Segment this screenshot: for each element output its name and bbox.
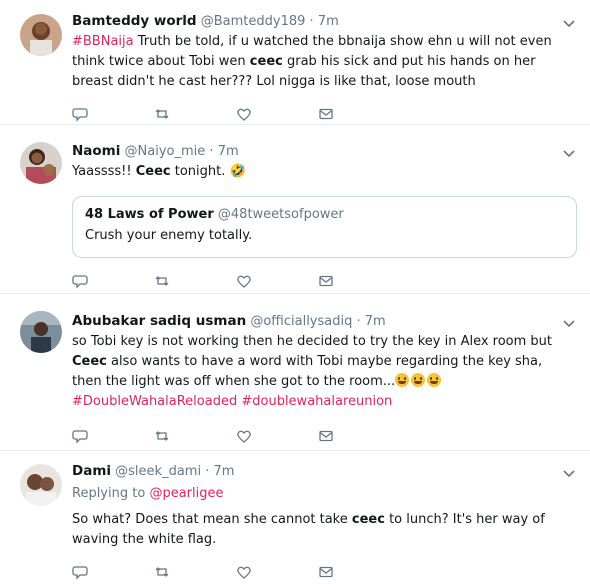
heart-icon: [237, 108, 251, 121]
display-name[interactable]: Dami: [72, 463, 111, 479]
grinning-face-emoji: [427, 373, 442, 387]
grinning-face-emoji: [395, 373, 410, 387]
direct-message-button[interactable]: [318, 428, 400, 444]
separator-dot: ·: [309, 14, 314, 29]
user-handle[interactable]: @Bamteddy189: [201, 14, 306, 29]
reply-button[interactable]: [72, 106, 154, 122]
retweet-button[interactable]: [154, 106, 236, 122]
replying-to-label: Replying to: [72, 486, 150, 501]
envelope-icon: [319, 430, 333, 442]
tweet-actions: [72, 428, 400, 444]
tweet-header: Bamteddy world @Bamteddy189 · 7m: [72, 12, 339, 31]
chevron-down-icon[interactable]: [562, 466, 576, 480]
quoted-display-name: 48 Laws of Power: [85, 207, 214, 222]
tweet-text: so Tobi key is not working then he decid…: [72, 332, 567, 412]
timestamp[interactable]: 7m: [213, 464, 234, 479]
tweet-text: So what? Does that mean she cannot take …: [72, 510, 572, 550]
heart-icon: [237, 275, 251, 288]
envelope-icon: [319, 108, 333, 120]
timestamp[interactable]: 7m: [318, 14, 339, 29]
like-button[interactable]: [236, 564, 318, 580]
hashtag-link[interactable]: #DoubleWahalaReloaded: [72, 394, 237, 409]
display-name[interactable]: Naomi: [72, 143, 120, 159]
heart-icon: [237, 430, 251, 443]
chevron-down-icon[interactable]: [562, 316, 576, 330]
tweet-actions: [72, 564, 400, 580]
grinning-face-emoji: [411, 373, 426, 387]
reply-button[interactable]: [72, 273, 154, 289]
display-name[interactable]: Abubakar sadiq usman: [72, 313, 246, 329]
tweet-text-part: So what? Does that mean she cannot take: [72, 512, 352, 527]
highlighted-keyword: Ceec: [135, 164, 171, 179]
replying-to-line: Replying to @pearligee: [72, 484, 572, 504]
tweet-feed: Bamteddy world @Bamteddy189 · 7m #BBNaij…: [0, 0, 590, 584]
separator-dot: ·: [356, 314, 361, 329]
tweet-text-part: tonight. 🤣: [170, 164, 246, 179]
retweet-button[interactable]: [154, 564, 236, 580]
tweet-header: Naomi @Naiyo_mie · 7m: [72, 142, 239, 161]
avatar[interactable]: [20, 14, 62, 56]
tweet-actions: [72, 273, 400, 289]
tweet-text-part: so Tobi key is not working then he decid…: [72, 334, 553, 349]
user-handle[interactable]: @Naiyo_mie: [125, 144, 206, 159]
reply-icon: [72, 566, 88, 580]
heart-icon: [237, 566, 251, 579]
tweet-text-part: Yaassss!!: [72, 164, 136, 179]
retweet-button[interactable]: [154, 273, 236, 289]
tweet-text: #BBNaija Truth be told, if u watched the…: [72, 32, 572, 92]
envelope-icon: [319, 275, 333, 287]
hashtag-link[interactable]: #BBNaija: [72, 34, 134, 49]
separator-dot: ·: [205, 464, 210, 479]
tweet[interactable]: Naomi @Naiyo_mie · 7m Yaassss!! Ceec ton…: [0, 126, 590, 294]
avatar[interactable]: [20, 311, 62, 353]
quoted-tweet[interactable]: 48 Laws of Power @48tweetsofpower Crush …: [72, 196, 577, 258]
tweet-text: Yaassss!! Ceec tonight. 🤣: [72, 162, 572, 182]
highlighted-keyword: ceec: [249, 54, 283, 69]
like-button[interactable]: [236, 428, 318, 444]
mention-link[interactable]: @pearligee: [149, 486, 223, 501]
quoted-tweet-text: Crush your enemy totally.: [85, 228, 253, 243]
tweet[interactable]: Dami @sleek_dami · 7m Replying to @pearl…: [0, 452, 590, 584]
tweet[interactable]: Bamteddy world @Bamteddy189 · 7m #BBNaij…: [0, 0, 590, 125]
reply-icon: [72, 108, 88, 122]
display-name[interactable]: Bamteddy world: [72, 13, 197, 29]
timestamp[interactable]: 7m: [365, 314, 386, 329]
retweet-icon: [155, 109, 169, 119]
tweet[interactable]: Abubakar sadiq usman @officiallysadiq · …: [0, 295, 590, 451]
hashtag-link[interactable]: #doublewahalareunion: [241, 394, 392, 409]
user-handle[interactable]: @sleek_dami: [115, 464, 201, 479]
direct-message-button[interactable]: [318, 564, 400, 580]
highlighted-keyword: Ceec: [72, 354, 107, 369]
timestamp[interactable]: 7m: [218, 144, 239, 159]
tweet-header: Dami @sleek_dami · 7m: [72, 462, 234, 481]
like-button[interactable]: [236, 106, 318, 122]
direct-message-button[interactable]: [318, 106, 400, 122]
direct-message-button[interactable]: [318, 273, 400, 289]
retweet-icon: [155, 276, 169, 286]
retweet-button[interactable]: [154, 428, 236, 444]
retweet-icon: [155, 431, 169, 441]
envelope-icon: [319, 566, 333, 578]
reply-icon: [72, 275, 88, 289]
user-handle[interactable]: @officiallysadiq: [250, 314, 352, 329]
tweet-text-part: also wants to have a word with Tobi mayb…: [72, 354, 543, 389]
like-button[interactable]: [236, 273, 318, 289]
tweet-header: Abubakar sadiq usman @officiallysadiq · …: [72, 312, 386, 331]
reply-button[interactable]: [72, 428, 154, 444]
tweet-actions: [72, 106, 400, 122]
retweet-icon: [155, 567, 169, 577]
chevron-down-icon[interactable]: [562, 146, 576, 160]
separator-dot: ·: [209, 144, 214, 159]
chevron-down-icon[interactable]: [562, 16, 576, 30]
reply-icon: [72, 430, 88, 444]
avatar[interactable]: [20, 464, 62, 506]
reply-button[interactable]: [72, 564, 154, 580]
avatar[interactable]: [20, 142, 62, 184]
quoted-user-handle: @48tweetsofpower: [217, 207, 344, 222]
highlighted-keyword: ceec: [351, 512, 385, 527]
